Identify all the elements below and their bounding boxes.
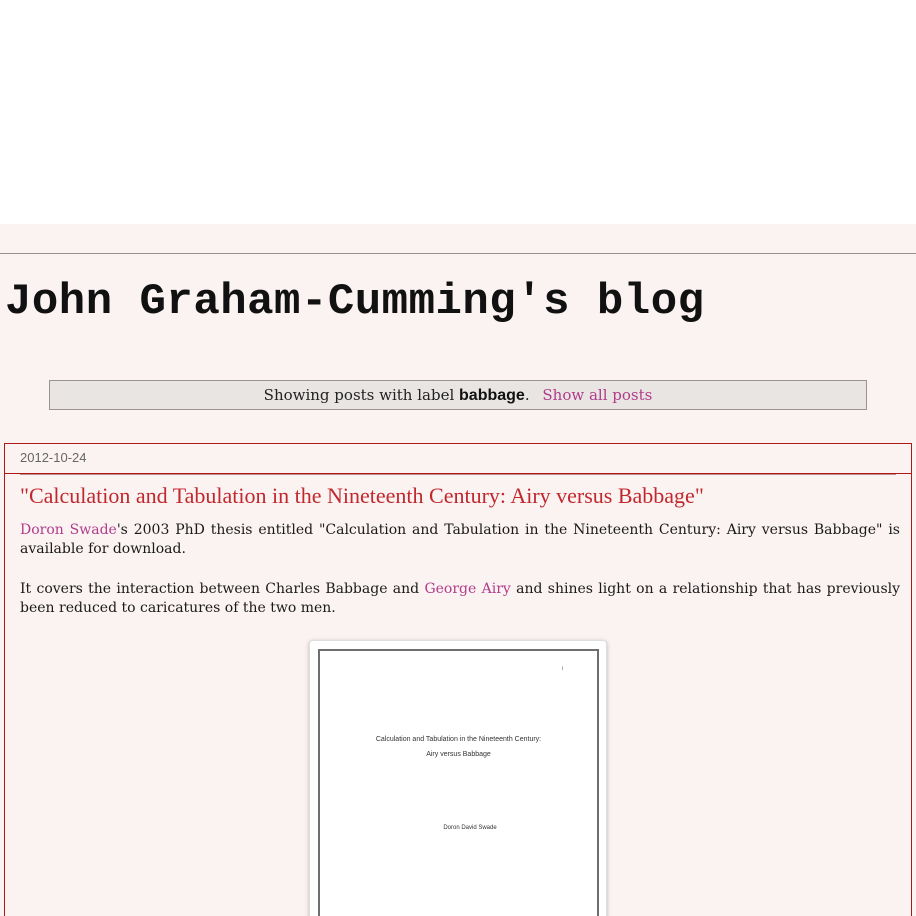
thesis-title-page: i Calculation and Tabulation in the Nine… — [318, 649, 599, 916]
post-paragraph-2-text-a: It covers the interaction between Charle… — [20, 581, 425, 597]
post-date-header: 2012-10-24 — [5, 444, 911, 474]
post-paragraph-2: It covers the interaction between Charle… — [20, 580, 900, 618]
label-status-bar: Showing posts with label babbage. Show a… — [49, 380, 867, 410]
top-blank-area — [0, 0, 916, 224]
status-prefix: Showing posts with label — [263, 386, 455, 404]
blog-page: John Graham-Cumming's blog Showing posts… — [0, 224, 916, 916]
post-title: "Calculation and Tabulation in the Ninet… — [20, 483, 704, 509]
george-airy-link[interactable]: George Airy — [424, 581, 510, 597]
thesis-author: Doron David Swade — [443, 825, 497, 831]
doron-swade-link[interactable]: Doron Swade — [20, 522, 117, 538]
post-paragraph-1: Doron Swade's 2003 PhD thesis entitled "… — [20, 521, 900, 559]
show-all-posts-link[interactable]: Show all posts — [542, 386, 652, 404]
post-paragraph-1-text: 's 2003 PhD thesis entitled "Calculation… — [20, 522, 900, 557]
thesis-title-line-2: Airy versus Babbage — [426, 751, 491, 758]
post-title-link[interactable]: "Calculation and Tabulation in the Ninet… — [20, 483, 704, 508]
thesis-title-line-1: Calculation and Tabulation in the Ninete… — [375, 736, 542, 743]
blog-post: 2012-10-24 "Calculation and Tabulation i… — [4, 443, 912, 916]
blog-title[interactable]: John Graham-Cumming's blog — [5, 278, 705, 326]
thesis-page-number: i — [562, 666, 564, 672]
post-date: 2012-10-24 — [20, 450, 87, 465]
post-title-divider — [20, 474, 896, 475]
status-label-name: babbage — [459, 387, 525, 404]
status-suffix: . — [524, 386, 530, 404]
header-divider — [0, 253, 916, 254]
thesis-thumbnail[interactable]: i Calculation and Tabulation in the Nine… — [309, 640, 607, 916]
